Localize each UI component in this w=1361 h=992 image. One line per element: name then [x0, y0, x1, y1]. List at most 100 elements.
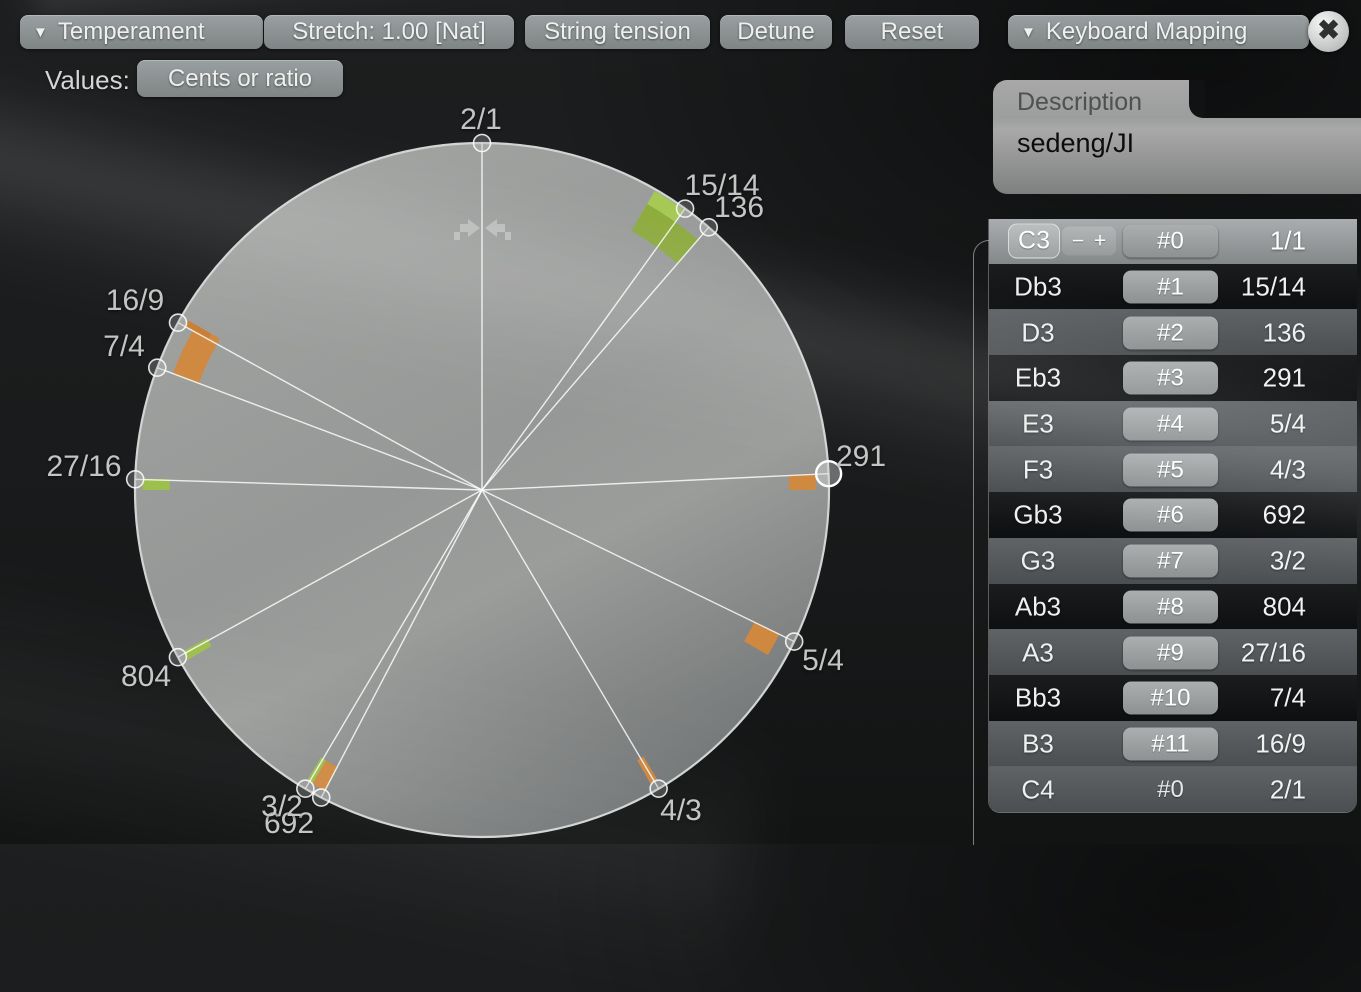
table-row[interactable]: Gb3 #6 692	[989, 492, 1357, 538]
table-row[interactable]: A3 #9 27/16	[989, 629, 1357, 675]
temperament-label: Temperament	[58, 18, 205, 46]
reset-button[interactable]: Reset	[845, 15, 979, 49]
note-label: D3	[989, 317, 1087, 348]
key-index-button[interactable]: #4	[1123, 408, 1218, 441]
values-toggle-label: Cents or ratio	[168, 65, 312, 93]
note-label: B3	[989, 728, 1087, 759]
ratio-label: 2/1	[460, 103, 502, 136]
key-index-button[interactable]: #8	[1123, 590, 1218, 623]
temperament-dropdown-button[interactable]: ▼ Temperament	[20, 15, 263, 49]
tuning-value[interactable]: 27/16	[1241, 637, 1306, 668]
table-row[interactable]: B3 #11 16/9	[989, 721, 1357, 767]
description-panel: sedeng/JI	[993, 118, 1361, 194]
note-label: G3	[989, 546, 1087, 577]
key-index-button[interactable]: #10	[1123, 682, 1218, 715]
table-row[interactable]: Ab3 #8 804	[989, 584, 1357, 630]
key-index-button[interactable]: #5	[1123, 453, 1218, 486]
tuning-value[interactable]: 804	[1263, 591, 1306, 622]
tuning-value[interactable]: 692	[1263, 500, 1306, 531]
note-label: Db3	[989, 272, 1087, 303]
tuning-circle: 2/115/141362915/44/36923/280427/167/416/…	[0, 0, 990, 844]
values-label: Values:	[45, 65, 130, 96]
table-row[interactable]: C3−+#01/1	[989, 219, 1357, 264]
note-label: F3	[989, 454, 1087, 485]
table-row[interactable]: G3 #7 3/2	[989, 538, 1357, 584]
key-index-button[interactable]: #2	[1123, 316, 1218, 349]
table-row[interactable]: F3 #5 4/3	[989, 446, 1357, 492]
table-row[interactable]: C4 #0 2/1	[989, 766, 1357, 812]
key-index-label: #0	[1123, 776, 1218, 804]
tuning-handle[interactable]	[474, 135, 491, 152]
description-text[interactable]: sedeng/JI	[993, 118, 1361, 159]
values-toggle-button[interactable]: Cents or ratio	[137, 60, 343, 97]
note-label: C4	[989, 774, 1087, 805]
note-button[interactable]: C3	[1008, 224, 1060, 259]
note-label: Eb3	[989, 363, 1087, 394]
tuning-value[interactable]: 136	[1263, 317, 1306, 348]
key-index-button[interactable]: #1	[1123, 271, 1218, 304]
tuning-value[interactable]: 2/1	[1270, 774, 1306, 805]
string-tension-button[interactable]: String tension	[525, 15, 710, 49]
note-label: A3	[989, 637, 1087, 668]
key-index-button[interactable]: #9	[1123, 636, 1218, 669]
description-tab-notch	[1189, 80, 1205, 118]
ratio-label: 804	[121, 660, 171, 693]
ratio-label: 7/4	[103, 330, 145, 363]
table-row[interactable]: Bb3 #10 7/4	[989, 675, 1357, 721]
tuning-handle[interactable]	[127, 471, 144, 488]
tuning-handle[interactable]	[677, 200, 694, 217]
table-row[interactable]: E3 #4 5/4	[989, 401, 1357, 447]
reset-label: Reset	[881, 18, 944, 46]
tuning-handle[interactable]	[170, 314, 187, 331]
detune-label: Detune	[737, 18, 814, 46]
key-index-button[interactable]: #3	[1123, 362, 1218, 395]
tuning-value[interactable]: 3/2	[1270, 546, 1306, 577]
description-tab[interactable]: Description	[993, 80, 1205, 118]
note-label: E3	[989, 409, 1087, 440]
ratio-label: 3/2	[261, 790, 303, 823]
tuning-value[interactable]: 291	[1263, 363, 1306, 394]
dropdown-arrow-icon: ▼	[33, 25, 48, 40]
deviation-wedge	[789, 474, 816, 490]
key-index-button[interactable]: #11	[1123, 727, 1218, 760]
tuning-value[interactable]: 1/1	[1270, 226, 1306, 257]
key-index-button[interactable]: #7	[1123, 545, 1218, 578]
tuning-handle[interactable]	[169, 649, 186, 666]
tuning-handle[interactable]	[313, 789, 330, 806]
minus-plus-stepper[interactable]: −+	[1062, 227, 1116, 256]
tuning-value[interactable]: 5/4	[1270, 409, 1306, 440]
tuning-table: C3−+#01/1Db3#115/14D3#2136Eb3#3291E3#45/…	[988, 219, 1357, 813]
table-row[interactable]: Db3 #1 15/14	[989, 264, 1357, 310]
key-index-button[interactable]: #6	[1123, 499, 1218, 532]
detune-button[interactable]: Detune	[720, 15, 832, 49]
tuning-handle[interactable]	[786, 633, 803, 650]
ratio-label: 291	[836, 440, 886, 473]
plus-icon[interactable]: +	[1094, 229, 1106, 253]
keyboard-mapping-dropdown-button[interactable]: ▼ Keyboard Mapping	[1008, 15, 1309, 49]
stretch-label: Stretch: 1.00 [Nat]	[292, 18, 485, 46]
tuning-handle[interactable]	[149, 359, 166, 376]
note-label: Bb3	[989, 683, 1087, 714]
tuning-value[interactable]: 15/14	[1241, 272, 1306, 303]
note-label: Gb3	[989, 500, 1087, 531]
close-button[interactable]: ✖	[1308, 11, 1349, 52]
ratio-label: 27/16	[46, 450, 121, 483]
minus-icon[interactable]: −	[1072, 229, 1084, 253]
ratio-label: 4/3	[660, 794, 702, 827]
tuning-value[interactable]: 16/9	[1255, 728, 1306, 759]
note-label: Ab3	[989, 591, 1087, 622]
tuning-value[interactable]: 4/3	[1270, 454, 1306, 485]
key-index-button[interactable]: #0	[1123, 225, 1218, 258]
description-tab-label: Description	[993, 80, 1205, 117]
table-row[interactable]: Eb3 #3 291	[989, 355, 1357, 401]
close-icon: ✖	[1317, 17, 1340, 44]
string-tension-label: String tension	[544, 18, 691, 46]
dropdown-arrow-icon: ▼	[1021, 25, 1036, 40]
stretch-button[interactable]: Stretch: 1.00 [Nat]	[264, 15, 514, 49]
keyboard-mapping-label: Keyboard Mapping	[1046, 18, 1247, 46]
ratio-label: 5/4	[802, 644, 844, 677]
ratio-label: 136	[714, 191, 764, 224]
table-row[interactable]: D3 #2 136	[989, 309, 1357, 355]
ratio-label: 16/9	[106, 284, 164, 317]
tuning-value[interactable]: 7/4	[1270, 683, 1306, 714]
